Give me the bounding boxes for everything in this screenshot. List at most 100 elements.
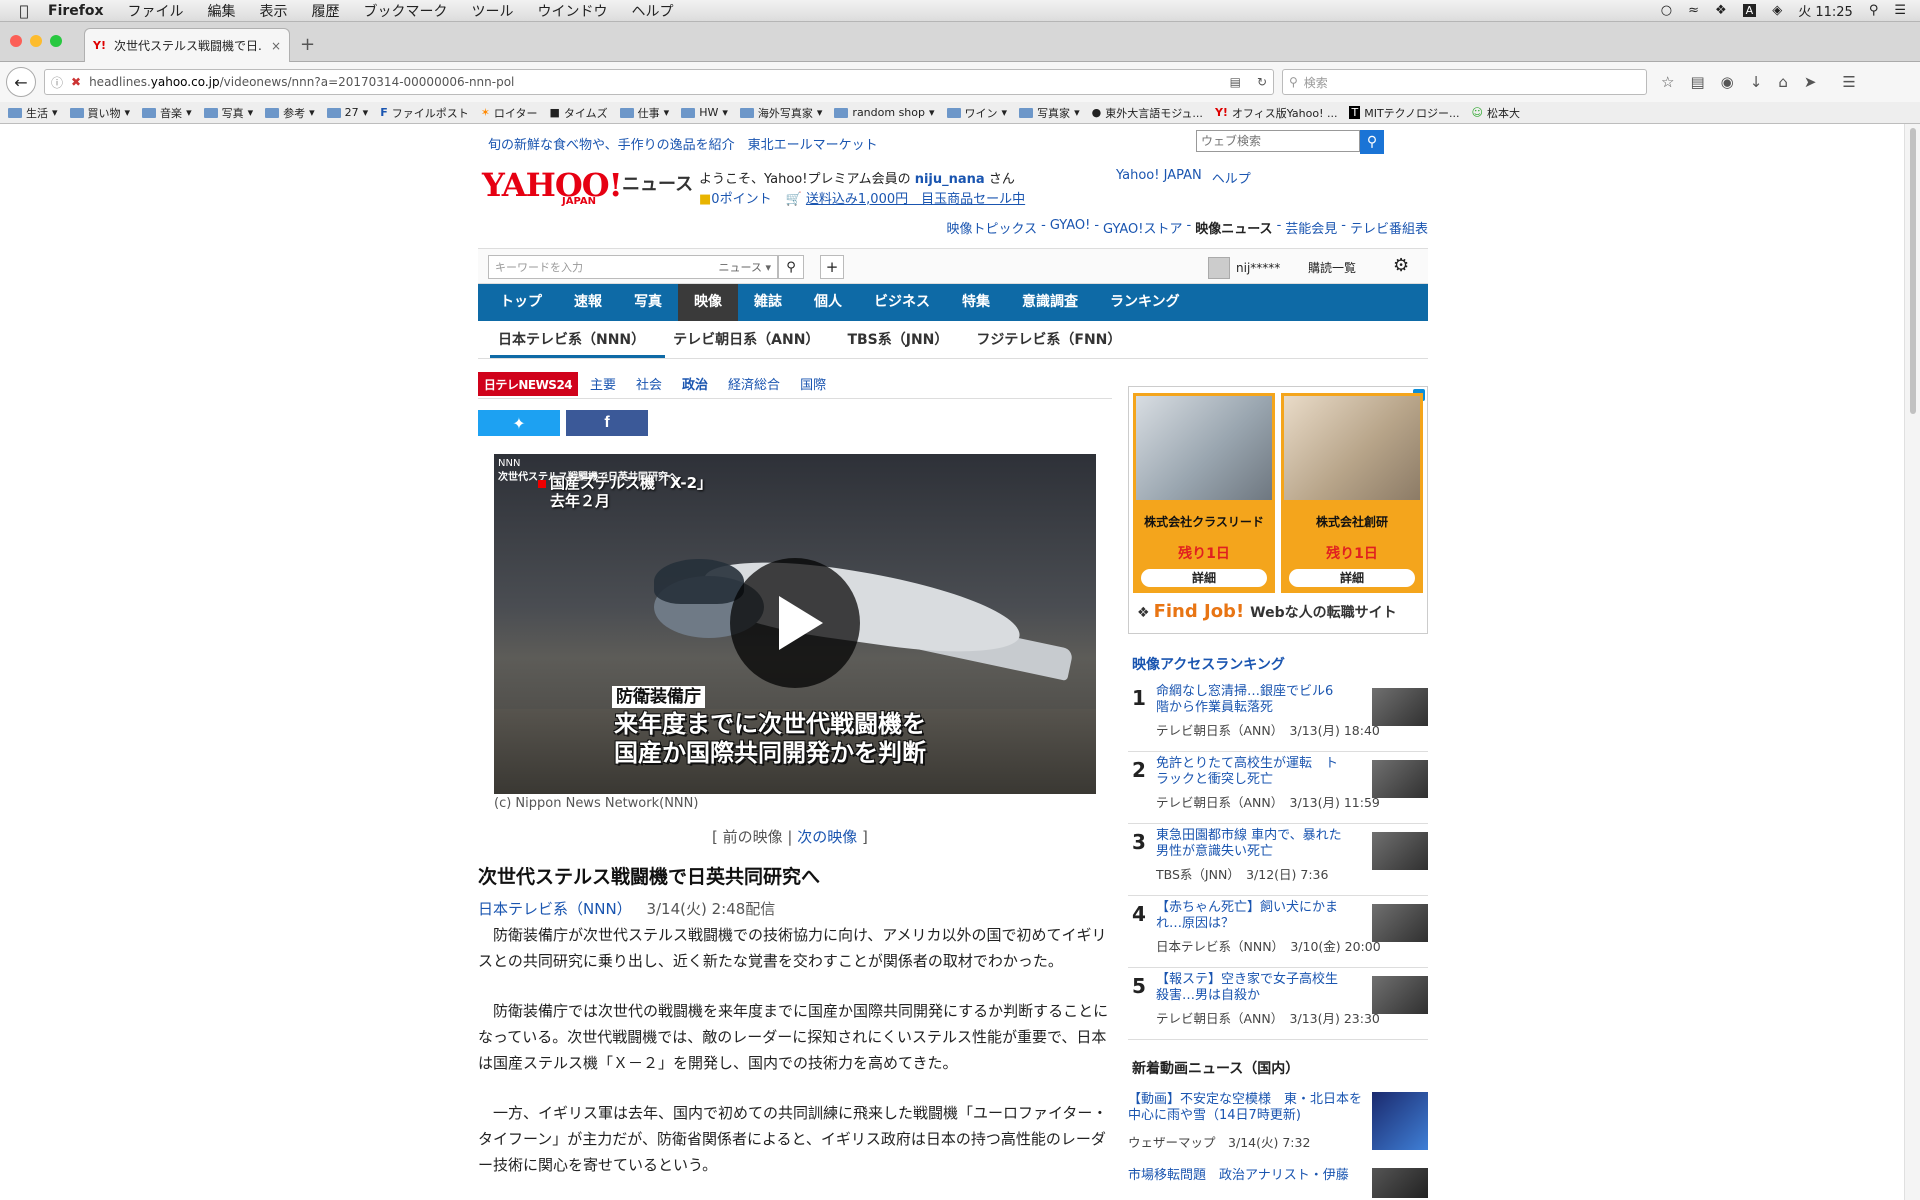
subnav-tv-guide[interactable]: テレビ番組表: [1350, 218, 1428, 237]
browser-tab-active[interactable]: Y! 次世代ステルス戦闘機で日... ×: [84, 28, 290, 62]
video-player[interactable]: NNN 次世代ステルス戦闘機で日英共同研究へ 国産ステルス機「X-2」 去年２月…: [494, 454, 1096, 794]
download-icon[interactable]: ↓: [1750, 73, 1763, 91]
browser-search-input[interactable]: ⚲ 検索: [1282, 69, 1647, 95]
yahoo-japan-link[interactable]: Yahoo! JAPAN: [1116, 168, 1202, 187]
reader-view-icon[interactable]: ▤: [1230, 75, 1241, 89]
rank-thumbnail[interactable]: [1372, 904, 1428, 942]
rank-headline[interactable]: 命綱なし窓清掃…銀座でビル6階から作業員転落死: [1156, 684, 1346, 716]
subnav-gyao[interactable]: GYAO!: [1050, 218, 1090, 237]
subnav-topics[interactable]: 映像トピックス: [947, 218, 1038, 237]
ntv-link-economy[interactable]: 経済総合: [728, 374, 780, 393]
rank-headline[interactable]: 【赤ちゃん死亡】飼い犬にかまれ…原因は？: [1156, 900, 1346, 932]
subnav-video-news[interactable]: 映像ニュース: [1195, 218, 1272, 237]
hamburger-menu-icon[interactable]: ☰: [1842, 73, 1855, 91]
rank-thumbnail[interactable]: [1372, 688, 1428, 726]
latest-news-item[interactable]: 【動画】不安定な空模様 東・北日本を中心に雨や雪（14日7時更新) ウェザーマッ…: [1128, 1092, 1428, 1152]
latest-thumbnail[interactable]: [1372, 1092, 1428, 1150]
dropbox-icon[interactable]: ❖: [1715, 3, 1727, 18]
ranking-title[interactable]: 映像アクセスランキング: [1132, 654, 1285, 674]
keyword-input[interactable]: キーワードを入力 ニュース ▾: [488, 255, 778, 279]
menu-edit[interactable]: 編集: [208, 1, 236, 21]
scrollbar-thumb[interactable]: [1910, 128, 1916, 414]
web-search-input[interactable]: [1196, 130, 1360, 152]
home-icon[interactable]: ⌂: [1778, 73, 1788, 91]
ad-detail-button[interactable]: 詳細: [1141, 569, 1267, 587]
latest-headline[interactable]: 【動画】不安定な空模様 東・北日本を中心に雨や雪（14日7時更新): [1128, 1092, 1362, 1124]
bookmark-star-icon[interactable]: ☆: [1661, 73, 1674, 91]
bookmark-link[interactable]: ☺ 松本大: [1472, 105, 1520, 121]
facebook-share-button[interactable]: f: [566, 410, 648, 436]
job-ad[interactable]: 株式会社クラスリード 残り1日 詳細 株式会社創研 残り1日 詳細 ❖ Find …: [1128, 386, 1428, 634]
tab-business[interactable]: ビジネス: [858, 284, 946, 321]
web-search-button[interactable]: ⚲: [1360, 130, 1384, 154]
tab-individual[interactable]: 個人: [798, 284, 858, 321]
yahoo-logo[interactable]: YAHOO!: [482, 166, 623, 204]
tab-survey[interactable]: 意識調査: [1006, 284, 1094, 321]
subscriptions-link[interactable]: 購読一覧: [1308, 259, 1356, 276]
promo-link[interactable]: 旬の新鮮な食べ物や、手作りの逸品を紹介 東北エールマーケット: [488, 134, 878, 153]
bookmark-folder[interactable]: random shop ▾: [834, 106, 935, 119]
bookmark-folder[interactable]: ワイン ▾: [946, 105, 1007, 121]
url-bar[interactable]: ⓘ ✖ headlines.yahoo.co.jp/videonews/nnn?…: [44, 69, 1274, 95]
new-tab-button[interactable]: +: [300, 34, 315, 55]
tab-close-icon[interactable]: ×: [271, 39, 281, 53]
menu-window[interactable]: ウインドウ: [538, 1, 608, 21]
menu-help[interactable]: ヘルプ: [632, 1, 674, 21]
rank-headline[interactable]: 免許とりたて高校生が運転 トラックと衝突し死亡: [1156, 756, 1346, 788]
window-minimize-button[interactable]: [30, 35, 42, 47]
twitter-share-button[interactable]: ✦: [478, 410, 560, 436]
latest-thumbnail[interactable]: [1372, 1168, 1428, 1198]
reload-icon[interactable]: ↻: [1257, 75, 1267, 89]
tracking-shield-icon[interactable]: ✖: [71, 75, 81, 89]
send-icon[interactable]: ➤: [1804, 73, 1817, 91]
bookmark-folder[interactable]: 写真家 ▾: [1019, 105, 1080, 121]
tab-ann[interactable]: テレビ朝日系（ANN）: [665, 321, 839, 358]
menu-bookmarks[interactable]: ブックマーク: [364, 1, 448, 21]
ranking-item[interactable]: 4 【赤ちゃん死亡】飼い犬にかまれ…原因は？ 日本テレビ系（NNN） 3/10(…: [1128, 896, 1428, 968]
apple-icon[interactable]: : [0, 2, 48, 20]
next-video-link[interactable]: 次の映像: [797, 828, 857, 846]
ranking-item[interactable]: 5 【報ステ】空き家で女子高校生殺害…男は自殺か テレビ朝日系（ANN） 3/1…: [1128, 968, 1428, 1040]
ad-company-card[interactable]: 株式会社クラスリード 残り1日 詳細: [1133, 393, 1275, 593]
article-source-link[interactable]: 日本テレビ系（NNN）: [478, 900, 632, 918]
wifi-icon[interactable]: ◈: [1772, 3, 1782, 18]
rank-thumbnail[interactable]: [1372, 832, 1428, 870]
tab-breaking[interactable]: 速報: [558, 284, 618, 321]
rank-thumbnail[interactable]: [1372, 760, 1428, 798]
play-button[interactable]: [730, 558, 860, 688]
bookmark-folder[interactable]: 仕事 ▾: [619, 105, 669, 121]
ranking-item[interactable]: 2 免許とりたて高校生が運転 トラックと衝突し死亡 テレビ朝日系（ANN） 3/…: [1128, 752, 1428, 824]
ntv-news24-logo[interactable]: 日テレNEWS24: [478, 372, 578, 396]
bookmark-link[interactable]: ● 東外大言語モジュ...: [1092, 105, 1203, 121]
bookmark-link[interactable]: ■ タイムズ: [549, 105, 607, 121]
rank-headline[interactable]: 東急田園都市線 車内で、暴れた男性が意識失い死亡: [1156, 828, 1346, 860]
ad-company-card[interactable]: 株式会社創研 残り1日 詳細: [1281, 393, 1423, 593]
latest-news-item[interactable]: 市場移転問題 政治アナリスト・伊藤: [1128, 1168, 1428, 1198]
bookmark-folder[interactable]: 買い物 ▾: [69, 105, 130, 121]
tab-jnn[interactable]: TBS系（JNN）: [839, 321, 968, 358]
bookmark-folder[interactable]: HW ▾: [681, 106, 728, 119]
notification-center-icon[interactable]: ☰: [1894, 3, 1906, 18]
menu-file[interactable]: ファイル: [128, 1, 184, 21]
bookmark-folder[interactable]: 参考 ▾: [265, 105, 315, 121]
page-scrollbar[interactable]: [1904, 124, 1920, 1200]
reading-list-icon[interactable]: ▤: [1690, 73, 1704, 91]
ranking-item[interactable]: 3 東急田園都市線 車内で、暴れた男性が意識失い死亡 TBS系（JNN） 3/1…: [1128, 824, 1428, 896]
ntv-link-politics[interactable]: 政治: [682, 374, 708, 393]
bookmark-folder[interactable]: 27 ▾: [326, 106, 368, 119]
ntv-link-main[interactable]: 主要: [590, 374, 616, 393]
wifi-status-icon[interactable]: ≈: [1688, 3, 1699, 18]
tab-photo[interactable]: 写真: [618, 284, 678, 321]
menu-app-firefox[interactable]: Firefox: [48, 3, 104, 19]
tab-nnn[interactable]: 日本テレビ系（NNN）: [490, 321, 666, 358]
scope-select[interactable]: ニュース ▾: [719, 259, 771, 275]
news-logo[interactable]: ニュース: [622, 170, 693, 196]
latest-headline[interactable]: 市場移転問題 政治アナリスト・伊藤: [1128, 1168, 1362, 1184]
rank-thumbnail[interactable]: [1372, 976, 1428, 1014]
ad-detail-button[interactable]: 詳細: [1289, 569, 1415, 587]
spotlight-search-icon[interactable]: ⚲: [1869, 3, 1879, 18]
tab-feature[interactable]: 特集: [946, 284, 1006, 321]
username-link[interactable]: niju_nana: [915, 172, 985, 187]
bookmark-folder[interactable]: 海外写真家 ▾: [739, 105, 822, 121]
site-info-icon[interactable]: ⓘ: [51, 74, 63, 91]
